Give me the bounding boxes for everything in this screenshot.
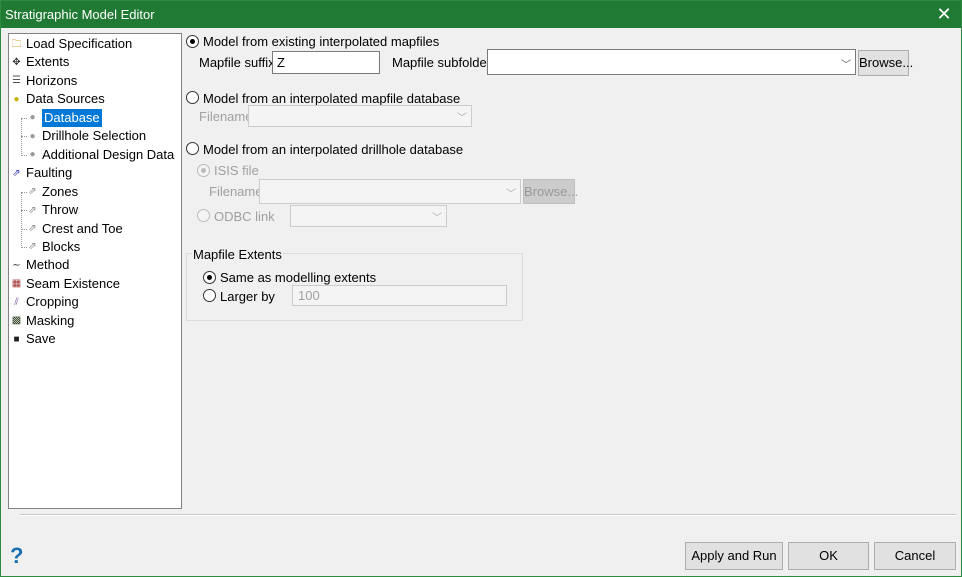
tree-item-drillhole-selection[interactable]: ● Drillhole Selection (21, 127, 147, 145)
mapfile-database-radio[interactable] (186, 91, 199, 104)
isis-file-label: ISIS file (214, 163, 259, 178)
cropping-icon: ⫽ (14, 296, 19, 308)
same-extents-label: Same as modelling extents (220, 270, 377, 285)
existing-mapfiles-radio[interactable] (186, 35, 199, 48)
tree-item-label: Data Sources (26, 91, 105, 107)
larger-by-label: Larger by (220, 289, 275, 304)
save-icon: ■ (13, 333, 20, 345)
tree-item-cropping[interactable]: ⫽ Cropping (11, 293, 79, 311)
tree-item-save[interactable]: ■ Save (11, 330, 56, 348)
database-icon: ● (29, 149, 36, 161)
tree-item-label: Method (26, 257, 70, 273)
existing-mapfiles-label: Model from existing interpolated mapfile… (203, 34, 440, 49)
odbc-link-label: ODBC link (214, 209, 275, 224)
tree-item-label: Save (26, 331, 56, 347)
tree-item-crest-and-toe[interactable]: ⇗ Crest and Toe (21, 220, 123, 238)
tree-item-label: Drillhole Selection (42, 128, 147, 144)
fault-icon: ⇗ (12, 167, 21, 179)
tree-item-label: Cropping (26, 294, 79, 310)
wave-icon: ∼ (12, 259, 21, 271)
cancel-button[interactable]: Cancel (874, 542, 956, 570)
title-bar: Stratigraphic Model Editor ✕ (1, 1, 961, 28)
tree-item-masking[interactable]: ▩ Masking (11, 312, 75, 330)
tree-item-database[interactable]: ● Database (21, 108, 102, 127)
tree-item-horizons[interactable]: ☰ Horizons (11, 72, 77, 90)
mapfile-extents-title: Mapfile Extents (192, 247, 283, 262)
tree-item-label: Extents (26, 54, 70, 70)
fault-icon: ⇗ (28, 186, 37, 198)
tree-item-method[interactable]: ∼ Method (11, 256, 69, 274)
tree-item-extents[interactable]: ✥ Extents (11, 53, 69, 71)
tree-item-additional-design-data[interactable]: ● Additional Design Data (21, 146, 175, 164)
tree-item-load-specification[interactable]: 🗀 Load Specification (11, 35, 133, 53)
footer-divider (20, 514, 956, 516)
browse-isis-button[interactable]: Browse... (523, 179, 578, 204)
same-extents-radio[interactable] (203, 271, 216, 284)
move-icon: ✥ (12, 56, 21, 68)
drillhole-database-radio[interactable] (186, 142, 199, 155)
tree-item-faulting[interactable]: ⇗ Faulting (11, 164, 72, 182)
tree-item-label: Database (42, 108, 102, 127)
drillhole-database-label: Model from an interpolated drillhole dat… (203, 142, 464, 157)
mapfile-suffix-input[interactable]: Z (272, 51, 380, 74)
tree-item-zones[interactable]: ⇗ Zones (21, 183, 79, 201)
tree-item-data-sources[interactable]: ● Data Sources (11, 90, 105, 108)
tree-item-label: Load Specification (26, 36, 133, 51)
tree-item-seam-existence[interactable]: ▦ Seam Existence (11, 275, 120, 293)
folder-icon: 🗀 (11, 38, 22, 50)
tree-item-label: Horizons (26, 72, 78, 88)
close-button[interactable]: ✕ (927, 1, 961, 28)
mapfile-subfolder-label: Mapfile subfolder (392, 55, 491, 70)
larger-by-radio[interactable] (203, 289, 216, 302)
isis-filename-label: Filename (209, 184, 263, 199)
isis-filename-combo[interactable]: ﹀ (259, 179, 521, 204)
mapfile-db-filename-combo[interactable]: ﹀ (248, 105, 472, 127)
layers-icon: ☰ (12, 75, 21, 87)
mapfile-database-label: Model from an interpolated mapfile datab… (203, 91, 461, 106)
mapfile-subfolder-combo[interactable]: ﹀ (487, 49, 856, 75)
database-icon: ● (29, 112, 36, 124)
tree-item-label: Blocks (42, 238, 81, 254)
ok-button[interactable]: OK (788, 542, 869, 570)
browse-subfolder-button[interactable]: Browse... (858, 50, 913, 76)
fault-icon: ⇗ (28, 204, 37, 216)
masking-icon: ▩ (11, 315, 22, 327)
tree-item-throw[interactable]: ⇗ Throw (21, 201, 79, 219)
fault-icon: ⇗ (28, 241, 37, 253)
odbc-link-combo[interactable]: ﹀ (290, 205, 447, 227)
chevron-down-icon: ﹀ (457, 113, 467, 124)
tree-item-label: Crest and Toe (42, 220, 123, 236)
tree-item-label: Throw (42, 202, 79, 218)
mapfile-suffix-label: Mapfile suffix (199, 55, 275, 70)
database-icon: ● (29, 130, 36, 142)
isis-file-radio[interactable] (197, 164, 210, 177)
apply-and-run-button[interactable]: Apply and Run (685, 542, 783, 570)
navigation-tree[interactable]: 🗀 Load Specification ✥ Extents ☰ Horizons ● Dat… (8, 33, 182, 509)
tree-item-label: Seam Existence (26, 275, 120, 291)
fault-icon: ⇗ (28, 223, 37, 234)
seam-icon: ▦ (11, 278, 22, 290)
dialog-window: Stratigraphic Model Editor ✕ 🗀 Load Speci… (0, 0, 962, 577)
database-icon: ● (13, 93, 20, 105)
tree-item-label: Faulting (26, 165, 73, 181)
chevron-down-icon: ﹀ (432, 213, 442, 224)
window-title: Stratigraphic Model Editor (5, 7, 155, 22)
chevron-down-icon: ﹀ (506, 189, 516, 200)
help-icon[interactable]: ? (10, 543, 23, 569)
tree-item-label: Masking (26, 312, 75, 328)
tree-item-label: Zones (42, 183, 79, 199)
tree-item-blocks[interactable]: ⇗ Blocks (21, 238, 81, 256)
tree-item-label: Additional Design Data (42, 146, 175, 162)
mapfile-db-filename-label: Filename (199, 109, 253, 124)
larger-by-input[interactable]: 100 (292, 285, 507, 306)
chevron-down-icon: ﹀ (841, 60, 851, 71)
odbc-link-radio[interactable] (197, 209, 210, 222)
